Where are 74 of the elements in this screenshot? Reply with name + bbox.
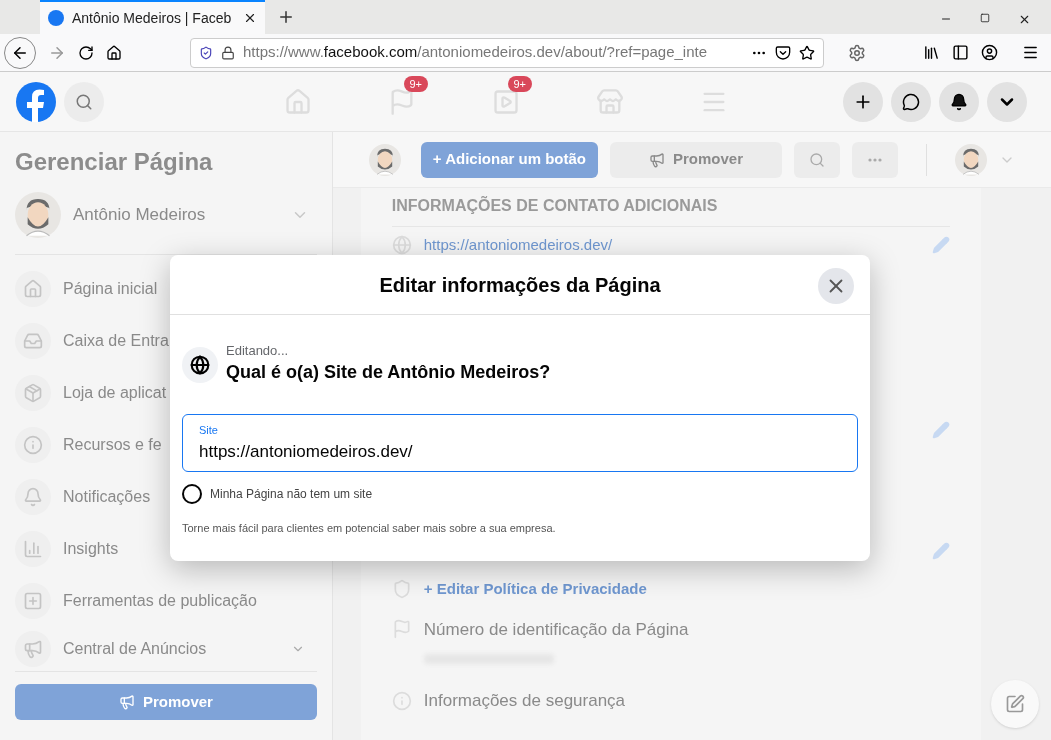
info-icon (391, 690, 412, 711)
account-menu-button[interactable] (987, 81, 1027, 122)
add-button[interactable]: + Adicionar um botão (420, 141, 598, 178)
home-icon[interactable] (106, 44, 122, 61)
more-icon (868, 157, 882, 162)
create-button[interactable] (843, 81, 883, 122)
star-icon[interactable] (799, 44, 815, 61)
promote-button[interactable]: Promover (15, 684, 317, 720)
url-text: https://www.facebook.com/antoniomedeiros.dev/about/?ref=page_inte (243, 42, 709, 63)
sidebar-item[interactable]: Página inicial (15, 263, 317, 315)
search-icon (75, 92, 93, 111)
facebook-logo[interactable] (16, 81, 56, 122)
page-id-label: Número de identificação da Página (423, 618, 689, 641)
notifications-button[interactable] (939, 81, 979, 122)
sidebar-title: Gerenciar Página (15, 147, 214, 177)
gear-icon[interactable] (848, 43, 866, 62)
page-selector[interactable]: Antônio Medeiros (15, 192, 317, 255)
info-icon (23, 435, 43, 455)
notification-badge: 9+ (507, 75, 533, 92)
reload-icon[interactable] (78, 44, 94, 61)
sidebar-icon[interactable] (952, 44, 969, 61)
avatar-icon (955, 143, 987, 176)
megaphone-icon (649, 151, 665, 168)
maximize-icon[interactable] (980, 13, 990, 23)
radio-button[interactable] (182, 484, 202, 504)
lock-icon (221, 45, 235, 60)
sidebar-item[interactable]: Ferramentas de publicação (15, 575, 317, 627)
search-button[interactable] (64, 81, 104, 122)
url-bar[interactable]: https://www.facebook.com/antoniomedeiros.dev/about/?ref=page_inte (190, 37, 824, 68)
library-icon[interactable] (923, 44, 940, 61)
sidebar-item[interactable]: Central de Anúncios (15, 627, 317, 671)
facebook-favicon (48, 10, 64, 26)
new-tab-icon[interactable] (277, 8, 295, 26)
globe-icon (182, 346, 218, 383)
dialog-question: Qual é o(a) Site de Antônio Medeiros? (226, 361, 551, 384)
box-icon (23, 383, 43, 403)
inbox-icon (23, 331, 43, 351)
close-icon[interactable] (243, 11, 257, 25)
promote-button[interactable]: Promover (610, 141, 782, 178)
close-button[interactable] (818, 268, 854, 304)
shield-icon (199, 45, 213, 60)
tab-title: Antônio Medeiros | Faceb (72, 8, 233, 28)
close-icon[interactable] (1018, 13, 1031, 26)
chart-icon (23, 539, 43, 559)
hint-text: Torne mais fácil para clientes em potencial saber mais sobre a sua empresa. (182, 521, 557, 536)
account-icon[interactable] (981, 44, 998, 61)
home-icon (23, 279, 43, 299)
globe-icon (391, 235, 412, 255)
bell-icon (950, 92, 968, 111)
notification-badge: 9+ (403, 75, 429, 92)
dialog-title: Editar informações da Página (379, 272, 661, 298)
megaphone-icon (23, 639, 43, 659)
bell-icon (23, 487, 43, 507)
tools-icon (23, 591, 43, 611)
section-title: INFORMAÇÕES DE CONTATO ADICIONAIS (391, 188, 950, 227)
messenger-button[interactable] (891, 81, 931, 122)
avatar-icon (15, 192, 61, 238)
security-label: Informações de segurança (423, 690, 626, 712)
messenger-icon (902, 92, 920, 111)
compose-button[interactable] (991, 680, 1039, 728)
editing-label: Editando... (226, 343, 290, 359)
site-field[interactable]: Site https://antoniomedeiros.dev/ (182, 414, 858, 472)
avatar-icon (368, 143, 401, 176)
website-link[interactable]: https://antoniomedeiros.dev/ (423, 233, 920, 257)
browser-tab[interactable]: Antônio Medeiros | Faceb (40, 0, 265, 34)
menu-icon[interactable] (1022, 44, 1039, 61)
search-icon (809, 151, 825, 168)
no-site-option[interactable]: Minha Página não tem um site (182, 484, 858, 504)
site-input[interactable]: https://antoniomedeiros.dev/ (199, 438, 841, 464)
compose-icon (1005, 694, 1025, 714)
megaphone-icon (118, 694, 135, 710)
pocket-icon[interactable] (775, 44, 791, 61)
privacy-link[interactable]: + Editar Política de Privacidade (423, 578, 647, 601)
video-icon[interactable] (491, 87, 520, 116)
